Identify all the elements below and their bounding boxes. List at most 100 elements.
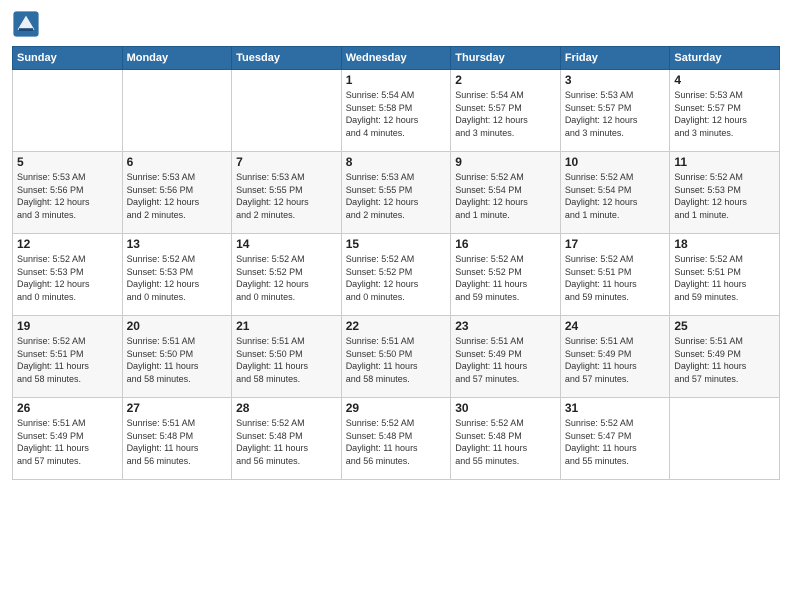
day-info: Sunrise: 5:52 AM Sunset: 5:51 PM Dayligh… <box>674 253 775 303</box>
day-number: 6 <box>127 155 228 169</box>
table-row: 17 Sunrise: 5:52 AM Sunset: 5:51 PM Dayli… <box>560 234 670 316</box>
page-header <box>12 10 780 38</box>
col-sunday: Sunday <box>13 47 123 70</box>
day-info: Sunrise: 5:51 AM Sunset: 5:50 PM Dayligh… <box>346 335 447 385</box>
col-tuesday: Tuesday <box>232 47 342 70</box>
day-info: Sunrise: 5:52 AM Sunset: 5:48 PM Dayligh… <box>346 417 447 467</box>
day-info: Sunrise: 5:53 AM Sunset: 5:57 PM Dayligh… <box>674 89 775 139</box>
table-row <box>122 70 232 152</box>
table-row: 7Sunrise: 5:53 AM Sunset: 5:55 PM Daylig… <box>232 152 342 234</box>
table-row: 8Sunrise: 5:53 AM Sunset: 5:55 PM Daylig… <box>341 152 451 234</box>
day-info: Sunrise: 5:52 AM Sunset: 5:52 PM Dayligh… <box>455 253 556 303</box>
table-row: 30 Sunrise: 5:52 AM Sunset: 5:48 PM Dayli… <box>451 398 561 480</box>
day-number: 15 <box>346 237 447 251</box>
day-info: Sunrise: 5:52 AM Sunset: 5:52 PM Dayligh… <box>236 253 337 303</box>
day-number: 18 <box>674 237 775 251</box>
table-row: 23 Sunrise: 5:51 AM Sunset: 5:49 PM Dayli… <box>451 316 561 398</box>
table-row: 1Sunrise: 5:54 AM Sunset: 5:58 PM Daylig… <box>341 70 451 152</box>
table-row <box>13 70 123 152</box>
day-info: Sunrise: 5:53 AM Sunset: 5:56 PM Dayligh… <box>127 171 228 221</box>
day-info: Sunrise: 5:52 AM Sunset: 5:48 PM Dayligh… <box>236 417 337 467</box>
table-row: 20Sunrise: 5:51 AM Sunset: 5:50 PM Dayli… <box>122 316 232 398</box>
day-number: 29 <box>346 401 447 415</box>
day-number: 13 <box>127 237 228 251</box>
day-number: 30 <box>455 401 556 415</box>
day-number: 23 <box>455 319 556 333</box>
table-row <box>670 398 780 480</box>
day-info: Sunrise: 5:52 AM Sunset: 5:53 PM Dayligh… <box>674 171 775 221</box>
day-number: 2 <box>455 73 556 87</box>
table-row: 6 Sunrise: 5:53 AM Sunset: 5:56 PM Daylig… <box>122 152 232 234</box>
day-number: 5 <box>17 155 118 169</box>
col-saturday: Saturday <box>670 47 780 70</box>
day-number: 10 <box>565 155 666 169</box>
col-wednesday: Wednesday <box>341 47 451 70</box>
calendar-week-row: 12 Sunrise: 5:52 AM Sunset: 5:53 PM Dayli… <box>13 234 780 316</box>
table-row: 31 Sunrise: 5:52 AM Sunset: 5:47 PM Dayli… <box>560 398 670 480</box>
table-row: 3 Sunrise: 5:53 AM Sunset: 5:57 PM Daylig… <box>560 70 670 152</box>
table-row: 29 Sunrise: 5:52 AM Sunset: 5:48 PM Dayli… <box>341 398 451 480</box>
col-thursday: Thursday <box>451 47 561 70</box>
logo <box>12 10 42 38</box>
table-row: 12 Sunrise: 5:52 AM Sunset: 5:53 PM Dayli… <box>13 234 123 316</box>
table-row: 26Sunrise: 5:51 AM Sunset: 5:49 PM Dayli… <box>13 398 123 480</box>
day-info: Sunrise: 5:52 AM Sunset: 5:52 PM Dayligh… <box>346 253 447 303</box>
col-friday: Friday <box>560 47 670 70</box>
day-number: 12 <box>17 237 118 251</box>
table-row: 4 Sunrise: 5:53 AM Sunset: 5:57 PM Daylig… <box>670 70 780 152</box>
table-row: 19 Sunrise: 5:52 AM Sunset: 5:51 PM Dayli… <box>13 316 123 398</box>
day-number: 14 <box>236 237 337 251</box>
calendar-week-row: 5 Sunrise: 5:53 AM Sunset: 5:56 PM Daylig… <box>13 152 780 234</box>
table-row: 11Sunrise: 5:52 AM Sunset: 5:53 PM Dayli… <box>670 152 780 234</box>
day-info: Sunrise: 5:53 AM Sunset: 5:55 PM Dayligh… <box>346 171 447 221</box>
table-row: 25Sunrise: 5:51 AM Sunset: 5:49 PM Dayli… <box>670 316 780 398</box>
day-number: 31 <box>565 401 666 415</box>
day-number: 19 <box>17 319 118 333</box>
table-row: 24 Sunrise: 5:51 AM Sunset: 5:49 PM Dayli… <box>560 316 670 398</box>
table-row <box>232 70 342 152</box>
day-number: 22 <box>346 319 447 333</box>
day-info: Sunrise: 5:51 AM Sunset: 5:50 PM Dayligh… <box>236 335 337 385</box>
day-number: 4 <box>674 73 775 87</box>
day-info: Sunrise: 5:53 AM Sunset: 5:56 PM Dayligh… <box>17 171 118 221</box>
day-info: Sunrise: 5:52 AM Sunset: 5:51 PM Dayligh… <box>17 335 118 385</box>
col-monday: Monday <box>122 47 232 70</box>
day-number: 17 <box>565 237 666 251</box>
table-row: 27 Sunrise: 5:51 AM Sunset: 5:48 PM Dayli… <box>122 398 232 480</box>
day-number: 21 <box>236 319 337 333</box>
day-number: 7 <box>236 155 337 169</box>
day-number: 25 <box>674 319 775 333</box>
day-number: 24 <box>565 319 666 333</box>
calendar-header-row: Sunday Monday Tuesday Wednesday Thursday… <box>13 47 780 70</box>
table-row: 10 Sunrise: 5:52 AM Sunset: 5:54 PM Dayli… <box>560 152 670 234</box>
day-info: Sunrise: 5:51 AM Sunset: 5:50 PM Dayligh… <box>127 335 228 385</box>
day-info: Sunrise: 5:52 AM Sunset: 5:48 PM Dayligh… <box>455 417 556 467</box>
table-row: 2 Sunrise: 5:54 AM Sunset: 5:57 PM Daylig… <box>451 70 561 152</box>
table-row: 22 Sunrise: 5:51 AM Sunset: 5:50 PM Dayli… <box>341 316 451 398</box>
day-info: Sunrise: 5:53 AM Sunset: 5:57 PM Dayligh… <box>565 89 666 139</box>
table-row: 16 Sunrise: 5:52 AM Sunset: 5:52 PM Dayli… <box>451 234 561 316</box>
day-number: 1 <box>346 73 447 87</box>
calendar-table: Sunday Monday Tuesday Wednesday Thursday… <box>12 46 780 480</box>
table-row: 9Sunrise: 5:52 AM Sunset: 5:54 PM Daylig… <box>451 152 561 234</box>
calendar-week-row: 1Sunrise: 5:54 AM Sunset: 5:58 PM Daylig… <box>13 70 780 152</box>
day-info: Sunrise: 5:54 AM Sunset: 5:57 PM Dayligh… <box>455 89 556 139</box>
calendar-week-row: 26Sunrise: 5:51 AM Sunset: 5:49 PM Dayli… <box>13 398 780 480</box>
day-info: Sunrise: 5:51 AM Sunset: 5:48 PM Dayligh… <box>127 417 228 467</box>
day-number: 3 <box>565 73 666 87</box>
day-number: 16 <box>455 237 556 251</box>
table-row: 28Sunrise: 5:52 AM Sunset: 5:48 PM Dayli… <box>232 398 342 480</box>
day-info: Sunrise: 5:52 AM Sunset: 5:53 PM Dayligh… <box>17 253 118 303</box>
day-info: Sunrise: 5:51 AM Sunset: 5:49 PM Dayligh… <box>565 335 666 385</box>
day-info: Sunrise: 5:51 AM Sunset: 5:49 PM Dayligh… <box>17 417 118 467</box>
day-info: Sunrise: 5:52 AM Sunset: 5:47 PM Dayligh… <box>565 417 666 467</box>
day-info: Sunrise: 5:52 AM Sunset: 5:54 PM Dayligh… <box>565 171 666 221</box>
day-info: Sunrise: 5:52 AM Sunset: 5:51 PM Dayligh… <box>565 253 666 303</box>
day-info: Sunrise: 5:52 AM Sunset: 5:53 PM Dayligh… <box>127 253 228 303</box>
table-row: 15 Sunrise: 5:52 AM Sunset: 5:52 PM Dayli… <box>341 234 451 316</box>
calendar-week-row: 19 Sunrise: 5:52 AM Sunset: 5:51 PM Dayli… <box>13 316 780 398</box>
day-number: 27 <box>127 401 228 415</box>
day-info: Sunrise: 5:51 AM Sunset: 5:49 PM Dayligh… <box>455 335 556 385</box>
table-row: 13 Sunrise: 5:52 AM Sunset: 5:53 PM Dayli… <box>122 234 232 316</box>
table-row: 21 Sunrise: 5:51 AM Sunset: 5:50 PM Dayli… <box>232 316 342 398</box>
